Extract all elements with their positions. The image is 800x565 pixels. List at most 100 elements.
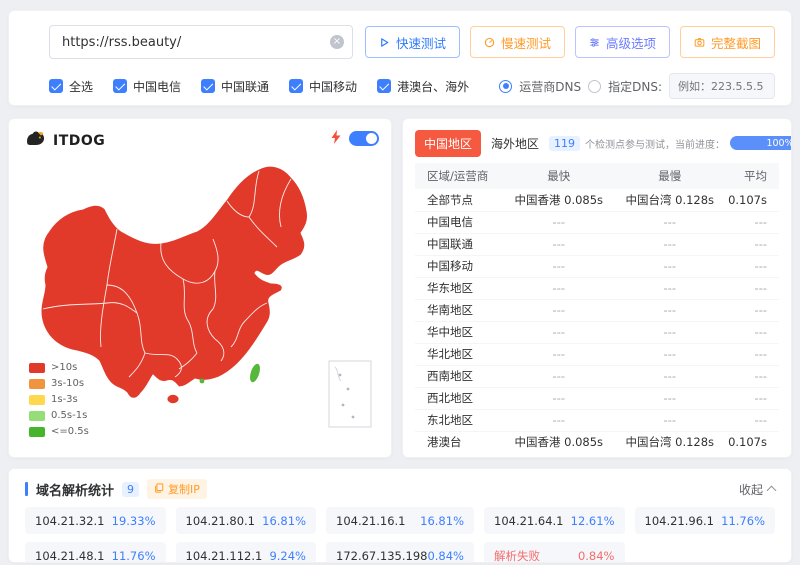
dns-stats-title: 域名解析统计: [36, 480, 114, 499]
checkbox-label: 中国联通: [221, 78, 269, 95]
ip-stat-tile[interactable]: 104.21.48.111.76%: [25, 542, 166, 563]
full-screenshot-button[interactable]: 完整截图: [680, 26, 775, 58]
table-cell: ---: [724, 299, 779, 321]
ip-percentage: 16.81%: [262, 514, 306, 528]
toolbar-row-top: × 快速测试 慢速测试高级选项 完整截图: [49, 25, 775, 59]
ip-percentage: 19.33%: [112, 514, 156, 528]
dns-options: 运营商DNS 指定DNS:: [499, 73, 775, 99]
ip-address: 104.21.96.1: [645, 514, 715, 528]
table-cell: 全部节点: [415, 189, 502, 211]
url-input[interactable]: [62, 35, 324, 50]
ip-percentage: 12.61%: [571, 514, 615, 528]
ip-address: 172.67.135.198: [336, 549, 427, 563]
ip-percentage: 9.24%: [269, 549, 306, 563]
table-cell: ---: [615, 211, 724, 233]
ip-address: 104.21.112.1: [186, 549, 263, 563]
button-label: 快速测试: [396, 33, 446, 52]
custom-dns-label: 指定DNS:: [608, 78, 662, 95]
table-cell: 华北地区: [415, 343, 502, 365]
table-cell: ---: [724, 277, 779, 299]
table-cell: 中国联通: [415, 233, 502, 255]
slow-test-button[interactable]: 慢速测试: [470, 26, 565, 58]
clear-input-icon[interactable]: ×: [330, 35, 344, 49]
hainan-island: [167, 394, 179, 403]
tab-china-region[interactable]: 中国地区: [415, 130, 481, 157]
button-label: 完整截图: [711, 33, 761, 52]
table-cell: ---: [615, 321, 724, 343]
ip-stat-tile[interactable]: 104.21.64.112.61%: [484, 507, 625, 534]
table-header-row: 区域/运营商最快最慢平均: [415, 163, 779, 189]
toolbar-row-bottom: 全选 中国电信 中国联通 中国移动 港澳台、海外 运营商DNS 指定DNS:: [49, 73, 775, 99]
copy-ip-button[interactable]: 复制IP: [147, 479, 207, 499]
checkbox-checked-icon: [113, 79, 127, 93]
carrier-dns-radio[interactable]: [499, 80, 512, 93]
results-header: 中国地区 海外地区 119 个检测点参与测试，当前进度： 100%: [415, 129, 779, 157]
table-cell: 中国台湾 0.128s: [615, 431, 724, 453]
table-cell: 华南地区: [415, 299, 502, 321]
options-icon: [589, 37, 600, 48]
ip-percentage: 11.76%: [112, 549, 156, 563]
ip-stat-tile[interactable]: 172.67.135.1980.84%: [326, 542, 474, 563]
table-cell: 港澳台: [415, 431, 502, 453]
checkbox-label: 全选: [69, 78, 93, 95]
table-cell: ---: [615, 365, 724, 387]
table-cell: 中国电信: [415, 211, 502, 233]
table-cell: ---: [724, 409, 779, 431]
table-cell: ---: [724, 387, 779, 409]
ip-stat-tile[interactable]: 解析失败0.84%: [484, 542, 625, 563]
custom-dns-radio[interactable]: [588, 80, 601, 93]
lightning-icon: [331, 129, 341, 148]
map-toggle-switch[interactable]: [349, 131, 379, 146]
checkbox-label: 中国移动: [309, 78, 357, 95]
tab-overseas-region[interactable]: 海外地区: [486, 130, 544, 157]
table-cell: ---: [502, 233, 615, 255]
itdog-logo: ITDOG: [23, 129, 105, 153]
advanced-options-button[interactable]: 高级选项: [575, 26, 670, 58]
table-cell: ---: [502, 343, 615, 365]
table-row: 华北地区---------: [415, 343, 779, 365]
table-row: 华东地区---------: [415, 277, 779, 299]
check-mobile[interactable]: 中国移动: [289, 78, 357, 95]
table-cell: ---: [502, 299, 615, 321]
table-cell: 0.107s: [724, 431, 779, 453]
table-cell: 华东地区: [415, 277, 502, 299]
check-telecom[interactable]: 中国电信: [113, 78, 181, 95]
ip-stat-tile[interactable]: 104.21.80.116.81%: [176, 507, 317, 534]
table-cell: 中国香港 0.085s: [502, 189, 615, 211]
url-input-wrap: ×: [49, 25, 353, 59]
table-row: 华中地区---------: [415, 321, 779, 343]
legend-item: 1s-3s: [29, 394, 89, 405]
ip-stat-tile[interactable]: 104.21.16.116.81%: [326, 507, 474, 534]
check-overseas[interactable]: 港澳台、海外: [377, 78, 469, 95]
taiwan-island: [248, 362, 263, 384]
ip-stat-tile[interactable]: 104.21.32.119.33%: [25, 507, 166, 534]
table-cell: ---: [615, 409, 724, 431]
legend-label: >10s: [51, 362, 77, 373]
ip-percentage: 0.84%: [427, 549, 464, 563]
table-cell: ---: [724, 233, 779, 255]
dns-stats-header: 域名解析统计 9 复制IP 收起: [9, 469, 791, 507]
column-header: 最慢: [615, 163, 724, 189]
table-cell: ---: [724, 211, 779, 233]
check-all[interactable]: 全选: [49, 78, 93, 95]
table-cell: 0.107s: [724, 189, 779, 211]
collapse-label: 收起: [739, 481, 763, 498]
toolbar-card: × 快速测试 慢速测试高级选项 完整截图 全选 中国电信 中国联通 中国移动 港澳台、海外 …: [8, 10, 792, 106]
legend-swatch: [29, 427, 45, 437]
title-accent-bar: [25, 482, 28, 496]
quick-test-button[interactable]: 快速测试: [365, 26, 460, 58]
collapse-button[interactable]: 收起: [739, 481, 775, 498]
results-card: 中国地区 海外地区 119 个检测点参与测试，当前进度： 100% 区域/运营商…: [402, 118, 792, 458]
check-unicom[interactable]: 中国联通: [201, 78, 269, 95]
legend-label: 0.5s-1s: [51, 410, 87, 421]
ip-stat-tile[interactable]: 104.21.96.1 11.76%: [635, 507, 776, 534]
table-row: 中国电信---------: [415, 211, 779, 233]
ip-percentage: 11.76%: [721, 514, 765, 528]
legend-item: 0.5s-1s: [29, 410, 89, 421]
table-cell: ---: [615, 233, 724, 255]
table-cell: ---: [502, 255, 615, 277]
ip-stat-tile[interactable]: 104.21.112.1 9.24%: [176, 542, 317, 563]
node-count-badge: 119: [549, 136, 580, 151]
custom-dns-input[interactable]: [669, 73, 775, 99]
legend-swatch: [29, 411, 45, 421]
